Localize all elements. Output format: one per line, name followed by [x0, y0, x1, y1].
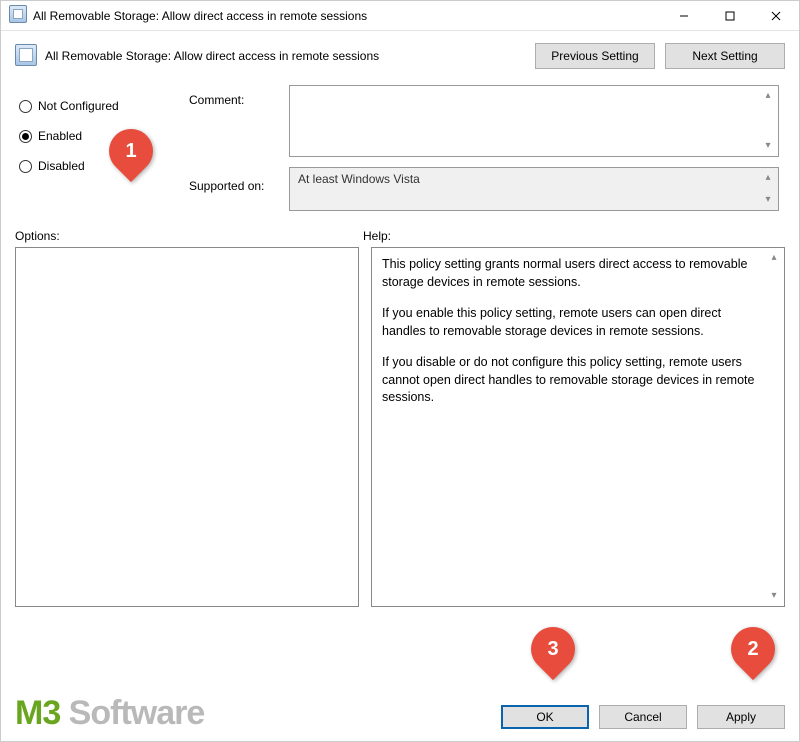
state-radio-group: Not Configured Enabled Disabled	[19, 85, 179, 211]
window-title: All Removable Storage: Allow direct acce…	[33, 9, 661, 23]
next-setting-button[interactable]: Next Setting	[665, 43, 785, 69]
apply-button[interactable]: Apply	[697, 705, 785, 729]
annotation-marker-3: 3	[531, 627, 575, 689]
radio-label: Not Configured	[38, 99, 119, 113]
help-paragraph: If you disable or do not configure this …	[382, 354, 762, 407]
watermark: M3 Software	[15, 694, 204, 733]
options-label: Options:	[15, 229, 363, 243]
scroll-up-icon[interactable]: ▴	[766, 250, 782, 266]
close-button[interactable]	[753, 1, 799, 31]
scroll-down-icon[interactable]: ▾	[760, 138, 776, 154]
comment-textbox[interactable]: ▴ ▾	[289, 85, 779, 157]
ok-button[interactable]: OK	[501, 705, 589, 729]
pane-labels: Options: Help:	[1, 211, 799, 247]
header: All Removable Storage: Allow direct acce…	[1, 31, 799, 79]
policy-icon	[9, 5, 27, 26]
titlebar: All Removable Storage: Allow direct acce…	[1, 1, 799, 31]
annotation-marker-2: 2	[731, 627, 775, 689]
scroll-down-icon[interactable]: ▾	[760, 192, 776, 208]
radio-disabled[interactable]: Disabled	[19, 151, 179, 181]
config-area: Not Configured Enabled Disabled Comment:…	[1, 79, 799, 211]
supported-value: At least Windows Vista	[298, 172, 420, 186]
radio-not-configured[interactable]: Not Configured	[19, 91, 179, 121]
maximize-button[interactable]	[707, 1, 753, 31]
supported-on-box: At least Windows Vista ▴ ▾	[289, 167, 779, 211]
watermark-m3: M3	[15, 694, 60, 732]
window-controls	[661, 1, 799, 31]
panes: This policy setting grants normal users …	[1, 247, 799, 607]
scroll-down-icon[interactable]: ▾	[766, 588, 782, 604]
previous-setting-button[interactable]: Previous Setting	[535, 43, 655, 69]
help-paragraph: This policy setting grants normal users …	[382, 256, 762, 291]
policy-icon-large	[15, 44, 37, 69]
field-labels: Comment: Supported on:	[189, 85, 279, 211]
options-pane	[15, 247, 359, 607]
policy-name: All Removable Storage: Allow direct acce…	[45, 49, 525, 63]
fields: ▴ ▾ At least Windows Vista ▴ ▾	[289, 85, 785, 211]
cancel-button[interactable]: Cancel	[599, 705, 687, 729]
minimize-button[interactable]	[661, 1, 707, 31]
watermark-rest: Software	[60, 694, 204, 732]
help-label: Help:	[363, 229, 391, 243]
radio-icon	[19, 130, 32, 143]
scroll-up-icon[interactable]: ▴	[760, 88, 776, 104]
help-paragraph: If you enable this policy setting, remot…	[382, 305, 762, 340]
radio-icon	[19, 100, 32, 113]
supported-label: Supported on:	[189, 177, 279, 207]
dialog-buttons: OK Cancel Apply	[501, 705, 785, 729]
radio-label: Enabled	[38, 129, 82, 143]
help-pane: This policy setting grants normal users …	[371, 247, 785, 607]
comment-label: Comment:	[189, 91, 279, 121]
radio-label: Disabled	[38, 159, 85, 173]
radio-enabled[interactable]: Enabled	[19, 121, 179, 151]
scroll-up-icon[interactable]: ▴	[760, 170, 776, 186]
radio-icon	[19, 160, 32, 173]
